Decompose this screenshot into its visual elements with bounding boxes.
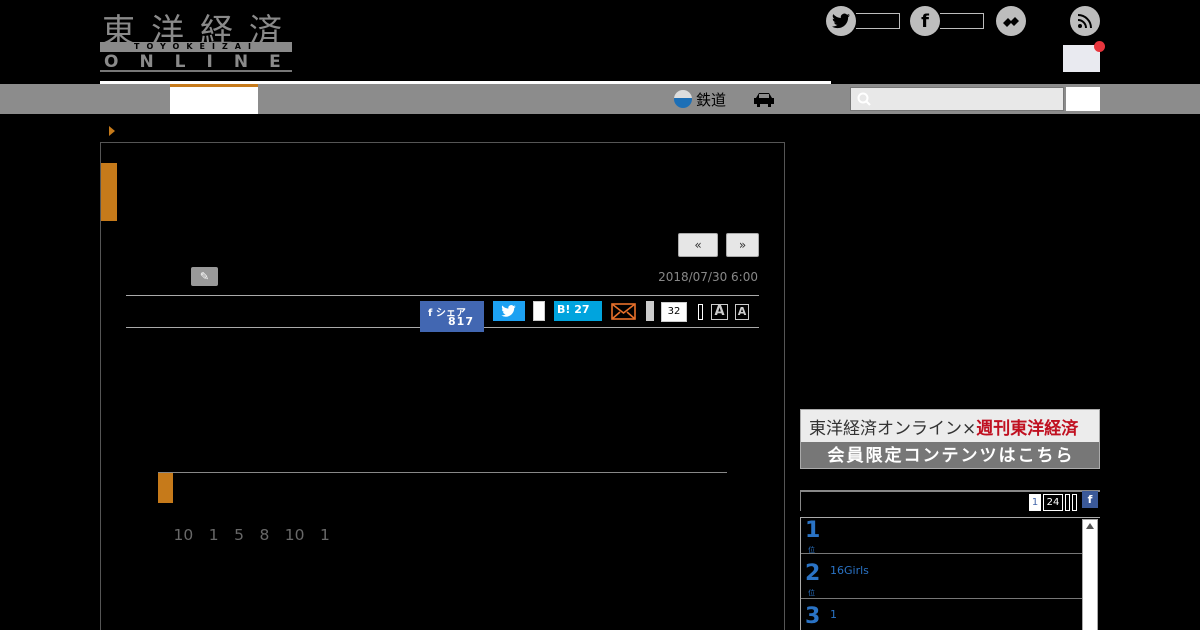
ranking-header: 1 24 xyxy=(800,490,1100,511)
site-logo[interactable]: 東洋経済 TOYOKEIZAI ONLINE xyxy=(100,4,292,72)
facebook-share-button[interactable]: f シェア 817 xyxy=(420,301,484,332)
messenger-icon[interactable] xyxy=(996,6,1026,36)
twitter-count-box xyxy=(856,13,900,29)
rss-icon[interactable] xyxy=(1070,6,1100,36)
author-icon[interactable]: ✎ xyxy=(191,267,218,286)
share-top-rule xyxy=(126,295,759,296)
ranking-item[interactable]: 1 位 xyxy=(801,518,1083,554)
ranking-tab-1h[interactable]: 1 xyxy=(1029,494,1041,511)
ranking-tab-week[interactable] xyxy=(1065,494,1070,511)
ranking-scrollbar[interactable] xyxy=(1082,519,1098,630)
comment-count[interactable]: 32 xyxy=(661,302,687,322)
font-large-button[interactable]: A xyxy=(711,304,728,320)
article-card: « » ✎ 2018/07/30 6:00 f シェア 817 B! 27 32… xyxy=(100,142,785,630)
global-nav: 鉄道 xyxy=(0,84,1200,114)
search-button[interactable] xyxy=(1066,87,1100,111)
twitter-count-box xyxy=(533,301,545,321)
ranking-item[interactable]: 2 位 16Girls xyxy=(801,555,1083,599)
banner-top-text: 東洋経済オンライン× xyxy=(809,419,977,439)
ranking-facebook-tab[interactable]: f xyxy=(1082,491,1098,508)
font-small-button[interactable]: A xyxy=(735,304,749,320)
hatena-count: 27 xyxy=(574,303,590,316)
logo-online: ONLINE xyxy=(104,52,302,72)
train-icon xyxy=(674,90,692,108)
hatena-icon: B! xyxy=(557,303,571,316)
ranking-tab-24h[interactable]: 24 xyxy=(1043,494,1063,511)
hatena-bookmark-button[interactable]: B! 27 xyxy=(554,301,602,321)
nav-item-rail[interactable]: 鉄道 xyxy=(674,89,726,109)
facebook-share-count: 817 xyxy=(448,315,474,328)
twitter-icon xyxy=(501,305,516,317)
publish-date: 2018/07/30 6:00 xyxy=(658,270,758,284)
article-paragraph-2: 10 1 5 8 10 1 xyxy=(158,526,330,544)
rank-suffix: 位 xyxy=(808,546,815,554)
rank-number: 3 xyxy=(805,604,821,629)
search-input[interactable] xyxy=(850,87,1064,111)
mail-icon[interactable] xyxy=(611,303,636,320)
twitter-share-button[interactable] xyxy=(493,301,525,321)
facebook-count-box xyxy=(940,13,984,29)
next-page-button[interactable]: » xyxy=(726,233,759,257)
rank-number: 2 xyxy=(805,561,821,586)
title-accent-bar xyxy=(101,163,117,221)
notification-badge xyxy=(1094,41,1105,52)
facebook-icon[interactable]: f xyxy=(910,6,940,36)
member-content-banner[interactable]: 東洋経済オンライン×週刊東洋経済 会員限定コンテンツはこちら xyxy=(800,409,1100,469)
banner-brand: 週刊東洋経済 xyxy=(976,419,1079,439)
prev-page-button[interactable]: « xyxy=(678,233,718,257)
rank-suffix: 位 xyxy=(808,589,815,597)
search-icon xyxy=(857,92,871,106)
banner-bottom-text: 会員限定コンテンツはこちら xyxy=(801,442,1099,468)
twitter-icon[interactable] xyxy=(826,6,856,36)
logo-underline xyxy=(100,70,292,72)
nav-rail-label: 鉄道 xyxy=(696,90,727,109)
article-paragraph-1 xyxy=(158,353,728,378)
nav-tab-active[interactable] xyxy=(170,84,258,114)
font-size-divider xyxy=(698,304,703,320)
rank-title[interactable]: 16Girls xyxy=(830,564,869,577)
facebook-icon: f xyxy=(428,308,433,319)
ranking-list: 1 位 2 位 16Girls 3 1 xyxy=(800,517,1100,630)
breadcrumb-arrow-icon xyxy=(109,126,115,136)
logo-romaji: TOYOKEIZAI xyxy=(100,42,292,52)
rank-title[interactable]: 1 xyxy=(830,608,837,621)
heading-accent-bar xyxy=(158,473,173,503)
ranking-tab-month[interactable] xyxy=(1072,494,1077,511)
comment-icon[interactable] xyxy=(646,301,654,321)
scroll-up-icon[interactable] xyxy=(1086,523,1094,529)
heading-rule xyxy=(158,472,727,473)
car-icon[interactable] xyxy=(752,90,776,108)
rank-number: 1 xyxy=(805,518,821,543)
ranking-item[interactable]: 3 1 xyxy=(801,600,1083,630)
